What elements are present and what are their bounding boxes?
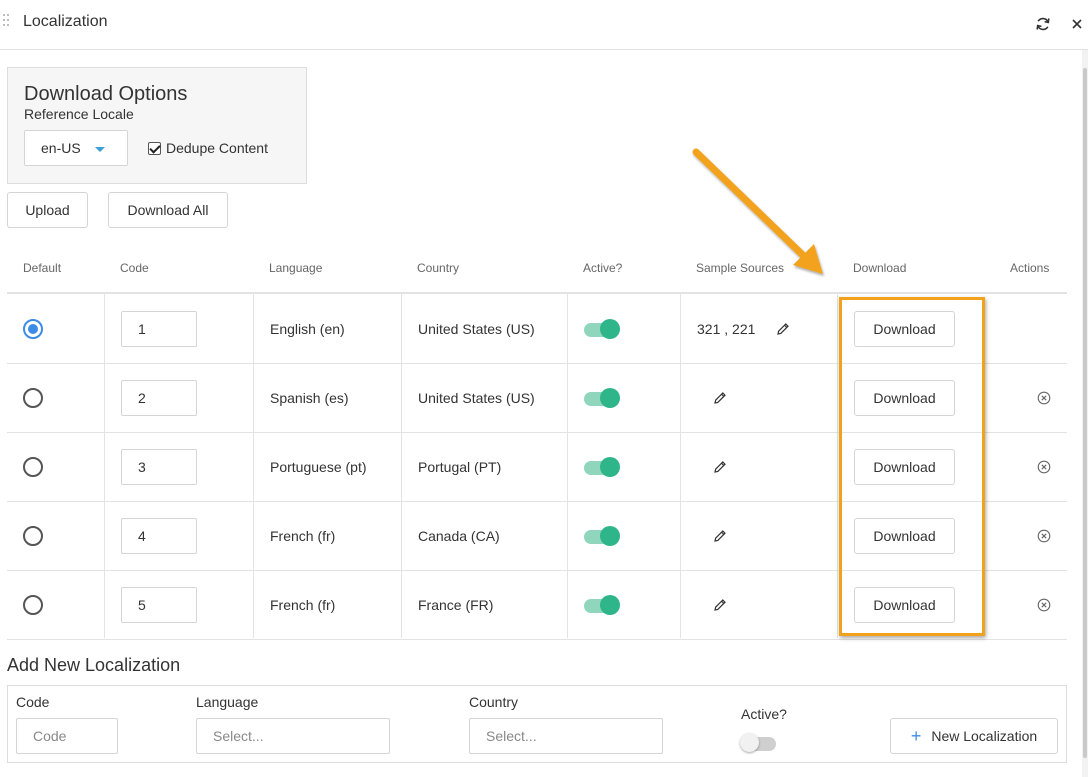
active-toggle[interactable] (584, 387, 620, 408)
chevron-down-icon (95, 147, 105, 152)
code-value: 5 (138, 596, 146, 613)
download-options-title: Download Options (24, 83, 188, 105)
code-input[interactable]: 3 (121, 448, 197, 485)
default-radio[interactable] (23, 387, 43, 408)
code-input[interactable]: 2 (121, 379, 197, 416)
code-value: 2 (138, 389, 146, 406)
code-input[interactable]: 4 (121, 517, 197, 554)
header-default: Default (23, 261, 62, 275)
column-divider (253, 294, 254, 638)
new-localization-button[interactable]: + New Localization (890, 718, 1058, 754)
close-icon[interactable] (1068, 15, 1086, 33)
scrollbar[interactable] (1082, 50, 1088, 777)
active-toggle[interactable] (584, 456, 620, 477)
default-radio[interactable] (23, 318, 43, 339)
code-label: Code (16, 694, 50, 710)
refresh-icon[interactable] (1034, 15, 1052, 33)
code-value: 4 (138, 527, 146, 544)
language-label: Language (196, 694, 259, 710)
default-radio[interactable] (23, 594, 43, 615)
header-divider (7, 292, 1067, 294)
sample-sources-value: 321 , 221 (697, 320, 756, 337)
reference-locale-value: en-US (41, 140, 81, 156)
edit-pencil-icon[interactable] (711, 458, 729, 476)
column-divider (401, 294, 402, 638)
active-toggle[interactable] (584, 318, 620, 339)
language-cell: Spanish (es) (270, 389, 349, 406)
column-divider (104, 294, 105, 638)
new-localization-label: New Localization (931, 728, 1038, 744)
country-cell: France (FR) (418, 596, 494, 613)
language-cell: French (fr) (270, 527, 336, 544)
header-language: Language (269, 261, 323, 275)
new-code-input[interactable]: Code (16, 718, 118, 754)
country-cell: Portugal (PT) (418, 458, 502, 475)
header-country: Country (417, 261, 460, 275)
code-input[interactable]: 1 (121, 310, 197, 347)
dedupe-checkbox[interactable] (148, 141, 161, 155)
column-divider (837, 294, 838, 638)
edit-pencil-icon[interactable] (711, 596, 729, 614)
active-toggle[interactable] (584, 594, 620, 615)
row-divider (7, 639, 1067, 640)
edit-pencil-icon[interactable] (711, 389, 729, 407)
new-country-select[interactable]: Select... (469, 718, 663, 754)
remove-icon[interactable] (1035, 596, 1053, 614)
remove-icon[interactable] (1035, 389, 1053, 407)
header-actions: Actions (1010, 261, 1050, 275)
download-column-highlight (839, 297, 985, 636)
language-cell: Portuguese (pt) (270, 458, 367, 475)
upload-button[interactable]: Upload (7, 192, 88, 228)
code-input[interactable]: 5 (121, 586, 197, 623)
header-active: Active? (583, 261, 623, 275)
language-cell: English (en) (270, 320, 345, 337)
remove-icon[interactable] (1035, 527, 1053, 545)
add-new-title: Add New Localization (7, 655, 181, 675)
edit-pencil-icon[interactable] (774, 320, 792, 338)
column-divider (567, 294, 568, 638)
edit-pencil-icon[interactable] (711, 527, 729, 545)
plus-icon: + (910, 726, 922, 746)
dedupe-label: Dedupe Content (166, 140, 268, 156)
title-bar (0, 0, 1088, 50)
country-cell: United States (US) (418, 389, 535, 406)
new-active-toggle[interactable] (740, 732, 776, 752)
language-cell: French (fr) (270, 596, 336, 613)
window-title: Localization (23, 13, 108, 30)
country-cell: United States (US) (418, 320, 535, 337)
default-radio[interactable] (23, 525, 43, 546)
default-radio[interactable] (23, 456, 43, 477)
annotation-arrow-icon (692, 148, 823, 274)
active-label: Active? (741, 706, 787, 722)
header-download: Download (853, 261, 907, 275)
download-all-button[interactable]: Download All (108, 192, 228, 228)
dedupe-content-option[interactable]: Dedupe Content (148, 140, 268, 156)
drag-handle-icon[interactable] (3, 14, 11, 30)
code-value: 3 (138, 458, 146, 475)
reference-locale-label: Reference Locale (24, 106, 134, 122)
code-value: 1 (138, 320, 146, 337)
reference-locale-select[interactable]: en-US (24, 130, 128, 166)
remove-icon[interactable] (1035, 458, 1053, 476)
column-divider (680, 294, 681, 638)
scrollbar-thumb[interactable] (1083, 68, 1087, 758)
new-language-select[interactable]: Select... (196, 718, 390, 754)
country-cell: Canada (CA) (418, 527, 500, 544)
header-code: Code (120, 261, 149, 275)
country-label: Country (469, 694, 519, 710)
active-toggle[interactable] (584, 525, 620, 546)
